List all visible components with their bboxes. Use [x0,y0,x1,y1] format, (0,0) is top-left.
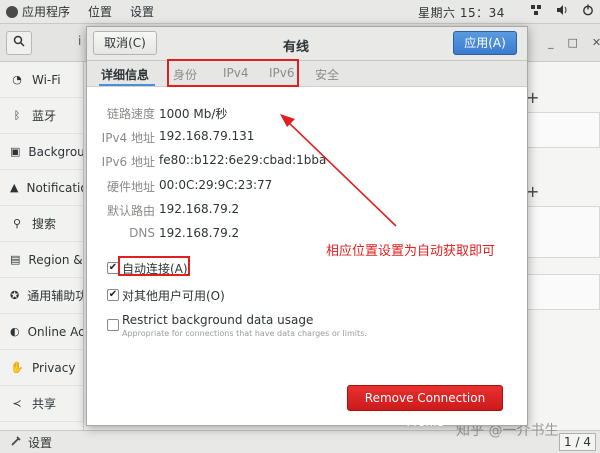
annotation-text: 相应位置设置为自动获取即可 [326,244,496,259]
annotation-arrow [280,114,397,227]
